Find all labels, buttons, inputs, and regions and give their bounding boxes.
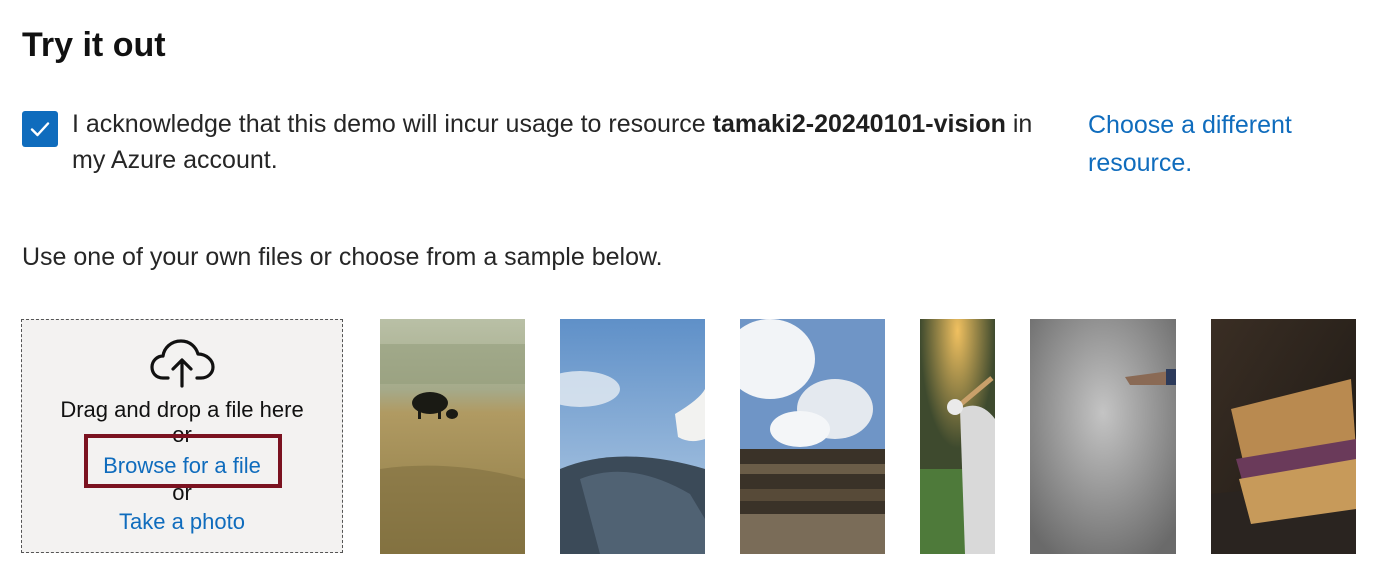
choose-different-resource-link[interactable]: Choose a different resource. bbox=[1088, 106, 1338, 182]
cloud-upload-icon bbox=[150, 339, 215, 388]
instructions-text: Use one of your own files or choose from… bbox=[22, 243, 663, 271]
drag-drop-text: Drag and drop a file here bbox=[60, 397, 304, 422]
sample-image-baseball[interactable] bbox=[920, 319, 995, 554]
acknowledgement-row: I acknowledge that this demo will incur … bbox=[22, 104, 1362, 184]
take-photo-link[interactable]: Take a photo bbox=[22, 509, 342, 535]
resource-name: tamaki2-20240101-vision bbox=[712, 110, 1006, 138]
file-dropzone[interactable]: Drag and drop a file here or Browse for … bbox=[21, 319, 343, 553]
browse-highlight-box bbox=[84, 434, 282, 488]
sample-image-building[interactable] bbox=[740, 319, 885, 554]
acknowledge-checkbox[interactable] bbox=[22, 111, 58, 147]
page-title: Try it out bbox=[22, 26, 166, 64]
checkmark-icon bbox=[30, 122, 50, 137]
sample-image-pointing[interactable] bbox=[1030, 319, 1176, 554]
sample-image-sandwich[interactable] bbox=[1211, 319, 1356, 554]
ack-text-before: I acknowledge that this demo will incur … bbox=[72, 110, 713, 138]
sample-image-cow[interactable] bbox=[380, 319, 525, 554]
sample-image-goat[interactable] bbox=[560, 319, 705, 554]
acknowledgement-text: I acknowledge that this demo will incur … bbox=[72, 106, 1062, 178]
